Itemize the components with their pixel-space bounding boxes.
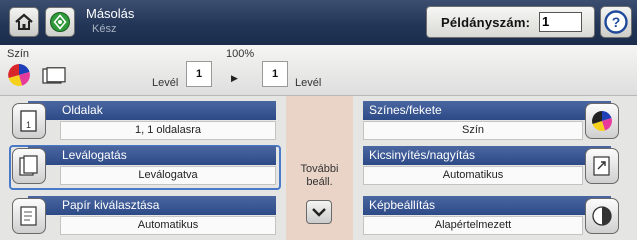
copies-input[interactable]: 1 [539, 12, 582, 32]
arrow-right-icon: ▶ [231, 73, 238, 83]
source-paper-size: Levél [152, 77, 179, 89]
image-adjust-value: Alapértelmezett [363, 216, 583, 235]
color-black-setting[interactable]: Színes/fekete Szín [0, 101, 637, 143]
reduce-enlarge-value: Automatikus [363, 166, 583, 185]
copies-label: Példányszám: [441, 15, 531, 30]
status-text: Kész [92, 23, 117, 35]
color-black-title: Színes/fekete [363, 101, 611, 120]
original-page-icon [42, 67, 66, 84]
start-copy-button[interactable] [45, 7, 75, 37]
image-adjust-icon [592, 206, 612, 226]
header-bar: Másolás Kész Példányszám: 1 ? [0, 0, 637, 45]
reduce-enlarge-title: Kicsinyítés/nagyítás [363, 146, 611, 165]
color-black-icon-button[interactable] [585, 103, 619, 139]
copy-preview-strip: Szín 100% Levél 1 ▶ 1 Levél [0, 45, 637, 96]
home-icon [15, 13, 33, 30]
app-title: Másolás [86, 6, 135, 21]
destination-paper-size: Levél [295, 77, 322, 89]
color-ball-icon [8, 64, 30, 86]
svg-text:?: ? [612, 14, 621, 30]
image-adjust-icon-button[interactable] [585, 198, 619, 234]
start-copy-icon [50, 12, 70, 32]
color-black-value: Szín [363, 121, 583, 140]
destination-tray-box: 1 [262, 61, 288, 87]
image-adjust-setting[interactable]: Képbeállítás Alapértelmezett [0, 196, 637, 238]
color-black-icon [592, 111, 612, 131]
image-adjust-title: Képbeállítás [363, 196, 611, 215]
reduce-enlarge-icon [593, 156, 610, 176]
reduce-enlarge-icon-button[interactable] [585, 148, 619, 184]
help-icon: ? [604, 10, 628, 34]
help-button[interactable]: ? [600, 6, 632, 38]
color-mode-label: Szín [7, 48, 30, 60]
reduce-enlarge-setting[interactable]: Kicsinyítés/nagyítás Automatikus [0, 146, 637, 188]
copies-field[interactable]: Példányszám: 1 [426, 6, 595, 38]
zoom-label: 100% [226, 48, 255, 60]
home-button[interactable] [9, 7, 39, 37]
source-tray-box: 1 [186, 61, 212, 87]
